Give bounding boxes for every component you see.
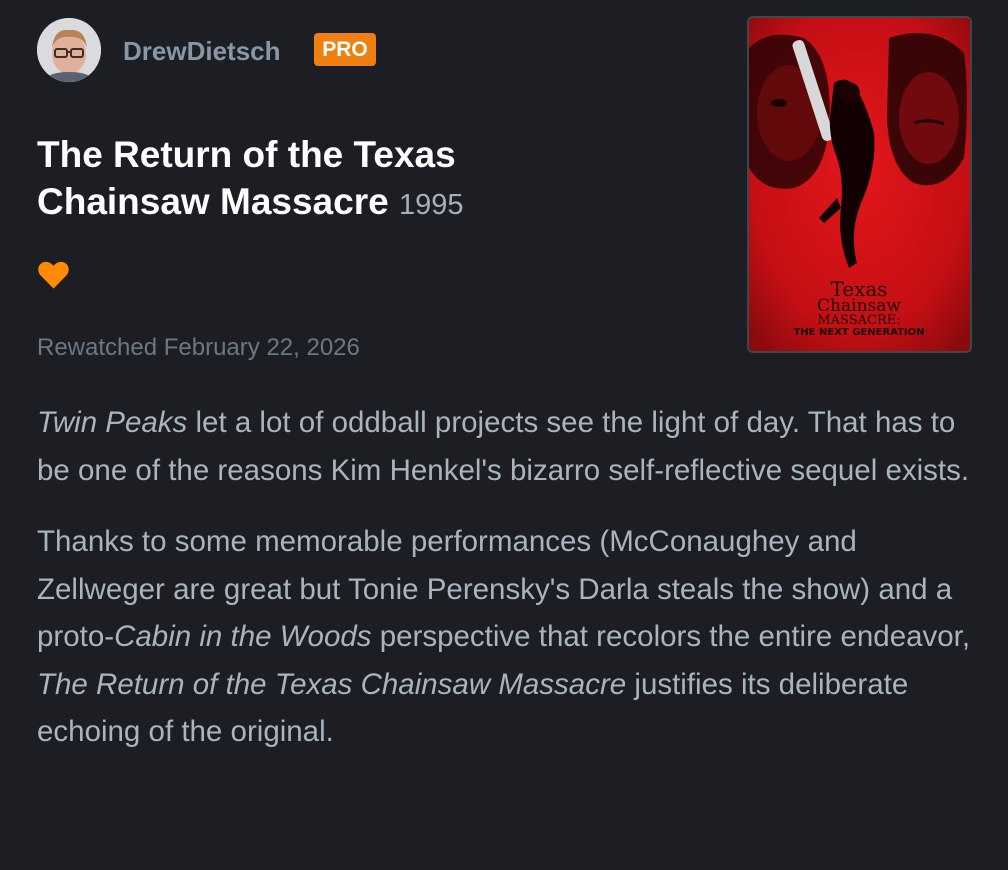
review-text-run: perspective that recolors the entire end… <box>371 620 971 653</box>
avatar-image <box>37 18 101 82</box>
review-italic-ref: The Return of the Texas Chainsaw Massacr… <box>37 667 627 701</box>
heart-icon <box>38 261 69 289</box>
review-text: Twin Peaks let a lot of oddball projects… <box>37 399 972 780</box>
film-title-block: The Return of the Texas Chainsaw Massacr… <box>37 131 597 229</box>
review-paragraph-1: Twin Peaks let a lot of oddball projects… <box>37 399 972 494</box>
film-title[interactable]: The Return of the Texas Chainsaw Massacr… <box>37 134 456 222</box>
film-poster[interactable]: Texas Chainsaw MASSACRE: THE NEXT GENERA… <box>747 16 972 353</box>
poster-title-line3: MASSACRE: <box>817 313 900 328</box>
review-paragraph-2: Thanks to some memorable performances (M… <box>37 518 972 756</box>
film-year[interactable]: 1995 <box>399 189 464 221</box>
review-italic-ref: Twin Peaks <box>37 406 188 439</box>
avatar[interactable] <box>37 18 101 82</box>
username[interactable]: DrewDietsch <box>123 36 281 67</box>
review-italic-ref: Cabin in the Woods <box>114 620 372 653</box>
pro-badge: PRO <box>314 33 376 66</box>
watched-date: Rewatched February 22, 2026 <box>37 334 360 361</box>
poster-art: Texas Chainsaw MASSACRE: THE NEXT GENERA… <box>749 18 970 351</box>
poster-title-line4: THE NEXT GENERATION <box>793 327 924 338</box>
